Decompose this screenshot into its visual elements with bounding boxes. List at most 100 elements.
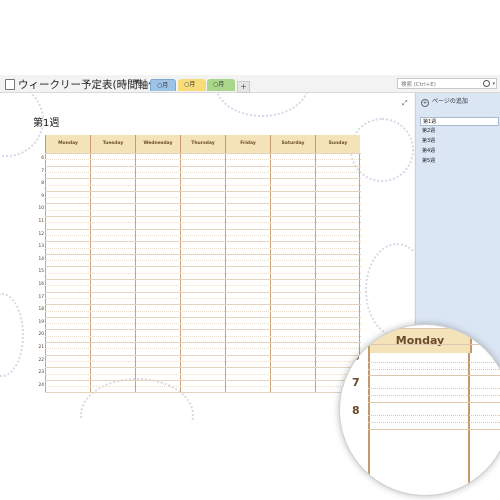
- section-tab-3[interactable]: ○月 3: [207, 79, 235, 100]
- magnifier-line: [368, 388, 500, 389]
- half-hour-line: [45, 209, 361, 211]
- half-hour-line: [45, 386, 361, 388]
- day-header-wednesday[interactable]: Wednesday: [135, 135, 180, 153]
- weekly-schedule-table[interactable]: Monday Tuesday Wednesday Thursday Friday Satu…: [24, 135, 361, 394]
- hour-label: 23: [38, 370, 44, 376]
- hour-label: 21: [38, 345, 44, 350]
- page-item-label: 第2週: [422, 128, 436, 134]
- hour-line: [45, 253, 361, 255]
- day-header-saturday[interactable]: Saturday: [270, 135, 315, 153]
- magnifier-line: [368, 422, 500, 423]
- hour-line: [45, 266, 361, 268]
- hour-line: [45, 342, 361, 343]
- hour-line: [45, 379, 361, 381]
- hour-line: [45, 190, 361, 192]
- day-header-sunday[interactable]: Sunday: [315, 135, 360, 153]
- hour-line: [45, 203, 361, 205]
- half-hour-line: [45, 335, 361, 337]
- magnifier-line: [368, 395, 500, 396]
- magnifier-line: [368, 402, 500, 403]
- hour-label: 8: [41, 181, 44, 187]
- hour-line: [45, 316, 361, 318]
- hour-label: 15: [38, 269, 44, 275]
- hour-line: [45, 329, 361, 331]
- hour-line: [45, 392, 361, 394]
- hour-line: [45, 178, 361, 180]
- hour-line: [45, 367, 361, 369]
- page-item-label: 第5週: [422, 158, 436, 164]
- day-header-friday[interactable]: Friday: [225, 135, 270, 153]
- magnifier-day-header: Monday: [368, 328, 472, 353]
- hour-label: 24: [38, 382, 44, 388]
- hour-line: [45, 216, 361, 217]
- half-hour-line: [45, 184, 361, 186]
- search-icon[interactable]: [483, 80, 490, 87]
- page-title[interactable]: 第1週: [33, 114, 59, 129]
- magnifier-line: [368, 415, 500, 416]
- half-hour-line: [45, 260, 361, 262]
- hour-label: 18: [38, 307, 44, 313]
- hour-label: 14: [38, 256, 44, 262]
- top-bar: ウィークリー予定表(時間軸付… ▼ ○月 ○月 2 ○月 3 + 検索 (Ctr…: [0, 75, 500, 100]
- hour-label: 11: [38, 219, 44, 224]
- page-item-label: 第3週: [422, 138, 436, 144]
- decorative-swirl: [215, 93, 309, 117]
- hour-label: 20: [38, 332, 44, 338]
- half-hour-line: [45, 272, 361, 274]
- day-header-tuesday[interactable]: Tuesday: [90, 135, 135, 153]
- page-item[interactable]: 第2週: [420, 127, 499, 136]
- magnifier-line: [368, 344, 500, 345]
- page-item-label: 第4週: [422, 148, 436, 154]
- magnifier-hour-label: 6: [352, 350, 360, 363]
- section-tab-2[interactable]: ○月 2: [178, 79, 206, 100]
- chevron-down-icon[interactable]: ▼: [134, 78, 139, 86]
- half-hour-line: [45, 222, 361, 224]
- half-hour-line: [45, 373, 361, 375]
- half-hour-line: [45, 348, 361, 350]
- magnifier-hour-label: 8: [352, 404, 360, 417]
- hour-line: [45, 291, 361, 293]
- half-hour-line: [45, 247, 361, 249]
- magnifier-hour-label: 7: [352, 376, 360, 389]
- section-tab-label: ○月: [157, 82, 169, 89]
- search-options-icon[interactable]: ▾: [492, 81, 495, 87]
- day-header-thursday[interactable]: Thursday: [180, 135, 225, 153]
- hour-line: [45, 279, 361, 280]
- hour-label: 9: [41, 193, 44, 199]
- day-header-monday[interactable]: Monday: [45, 135, 90, 153]
- hour-label: 10: [38, 206, 44, 212]
- page-item[interactable]: 第4週: [420, 147, 499, 156]
- page-item[interactable]: 第5週: [420, 157, 499, 166]
- section-tab-1[interactable]: ○月: [150, 79, 176, 91]
- hour-label: 19: [38, 319, 44, 325]
- hour-line: [45, 241, 361, 243]
- page-item[interactable]: 第3週: [420, 137, 499, 146]
- expand-icon[interactable]: ⤢: [402, 99, 408, 108]
- notebook-icon[interactable]: [5, 79, 15, 90]
- magnifier-line: [368, 362, 500, 363]
- notebook-title[interactable]: ウィークリー予定表(時間軸付…: [18, 77, 169, 92]
- half-hour-line: [45, 360, 361, 362]
- add-page-button[interactable]: + ページの追加: [421, 96, 468, 107]
- magnifier-line: [368, 429, 500, 430]
- half-hour-line: [45, 234, 361, 236]
- add-page-label: ページの追加: [432, 98, 468, 105]
- hour-line: [45, 304, 361, 306]
- magnifier-line: [368, 369, 500, 370]
- search-box[interactable]: 検索 (Ctrl+E) ▾: [397, 78, 497, 89]
- page-item-label: 第1週: [423, 119, 437, 125]
- half-hour-line: [45, 310, 361, 312]
- half-hour-line: [45, 159, 361, 161]
- hour-line: [45, 153, 361, 154]
- page-item[interactable]: 第1週: [420, 117, 499, 126]
- hour-line: [45, 354, 361, 356]
- add-section-button[interactable]: +: [237, 81, 250, 93]
- half-hour-line: [45, 171, 361, 173]
- half-hour-line: [45, 197, 361, 199]
- hour-label: 13: [38, 244, 44, 250]
- hour-label: 12: [38, 231, 44, 237]
- hour-label: 16: [38, 282, 44, 287]
- hour-label: 7: [41, 168, 44, 174]
- decorative-swirl: [365, 243, 414, 337]
- plus-circle-icon: +: [421, 99, 429, 107]
